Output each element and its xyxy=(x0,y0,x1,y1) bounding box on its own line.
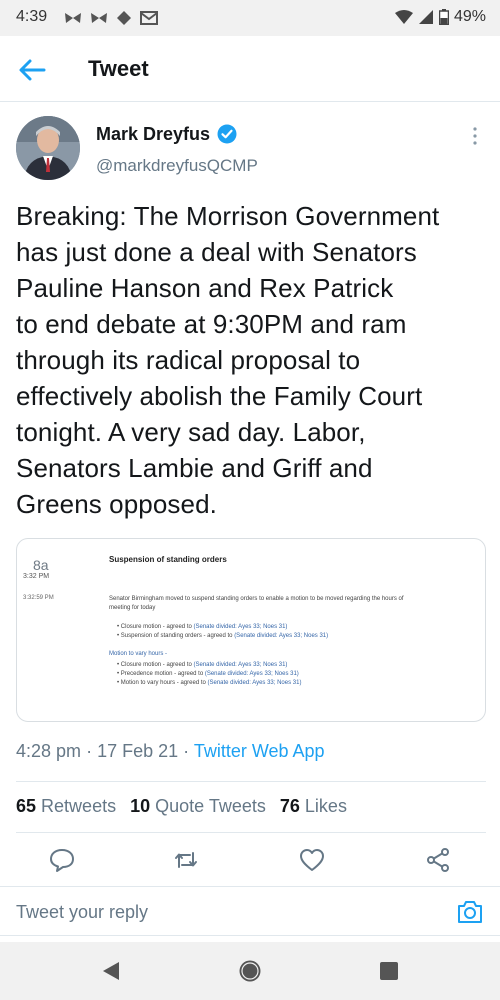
nav-back-icon[interactable] xyxy=(100,960,122,982)
system-nav-bar xyxy=(0,942,500,1000)
tweet-line: Greens opposed. xyxy=(16,489,217,519)
media-hour-number: 8a xyxy=(33,557,49,573)
media-heading: Suspension of standing orders xyxy=(109,555,227,564)
verified-badge-icon xyxy=(217,124,237,144)
retweet-icon[interactable] xyxy=(172,846,200,874)
notification-icons xyxy=(64,9,158,27)
app-bar: Tweet xyxy=(0,36,500,102)
share-icon[interactable] xyxy=(424,846,452,874)
tweet-media-image[interactable]: 8a 3:32 PM 3:32:59 PM Suspension of stan… xyxy=(16,538,486,722)
tweet-text: Breaking: The Morrison Government has ju… xyxy=(16,198,490,522)
tweet-line: through its radical proposal to xyxy=(16,345,361,375)
tweet-stats: 65 Retweets 10 Quote Tweets 76 Likes xyxy=(16,796,347,817)
diamond-icon xyxy=(117,11,131,25)
quote-tweets-stat[interactable]: 10 Quote Tweets xyxy=(130,796,266,817)
avatar[interactable] xyxy=(16,116,80,180)
status-bar: 4:39 49% xyxy=(0,0,500,36)
media-list-item: • Closure motion - agreed to (Senate div… xyxy=(117,624,288,630)
butterfly-icon xyxy=(91,13,107,23)
divider xyxy=(16,781,486,782)
nav-home-icon[interactable] xyxy=(238,959,262,983)
mail-icon xyxy=(140,11,158,25)
media-hour-time: 3:32 PM xyxy=(23,573,50,580)
status-right: 49% xyxy=(394,8,486,26)
tweet-actions xyxy=(0,846,500,878)
media-subheading: Motion to vary hours - xyxy=(109,651,168,657)
media-row-time: 3:32:59 PM xyxy=(23,595,54,601)
reply-input[interactable]: Tweet your reply xyxy=(16,902,148,923)
tweet-date: 17 Feb 21 xyxy=(97,741,179,761)
more-options-icon[interactable] xyxy=(468,126,482,146)
page-title: Tweet xyxy=(88,56,149,81)
media-paragraph: Senator Birmingham moved to suspend stan… xyxy=(109,596,404,611)
media-list: • Closure motion - agreed to (Senate div… xyxy=(117,623,328,641)
tweet-timestamp: 4:28 pm · 17 Feb 21 · Twitter Web App xyxy=(16,741,325,762)
media-list-item: • Closure motion - agreed to (Senate div… xyxy=(117,662,288,668)
media-list-item: • Suspension of standing orders - agreed… xyxy=(117,633,329,639)
tweet-source-link[interactable]: Twitter Web App xyxy=(194,741,325,761)
avatar-image xyxy=(16,116,80,180)
camera-icon[interactable] xyxy=(456,899,484,925)
tweet-line: has just done a deal with Senators xyxy=(16,237,417,267)
tweet-line: Pauline Hanson and Rex Patrick xyxy=(16,273,394,303)
tweet-line: to end debate at 9:30PM and ram xyxy=(16,309,407,339)
wifi-icon xyxy=(394,10,413,24)
battery-icon xyxy=(438,9,449,25)
divider xyxy=(16,832,486,833)
tweet-line: Breaking: The Morrison Government xyxy=(16,201,440,231)
reply-icon[interactable] xyxy=(48,846,76,874)
reply-bar[interactable]: Tweet your reply xyxy=(0,886,500,936)
status-time: 4:39 xyxy=(16,8,48,25)
tweet-time: 4:28 pm xyxy=(16,741,82,761)
retweets-stat[interactable]: 65 Retweets xyxy=(16,796,116,817)
like-icon[interactable] xyxy=(298,846,326,874)
separator: · xyxy=(86,741,98,761)
tweet-line: effectively abolish the Family Court xyxy=(16,381,423,411)
separator: · xyxy=(183,741,194,761)
author-handle[interactable]: @markdreyfusQCMP xyxy=(96,156,258,176)
arrow-left-icon[interactable] xyxy=(16,56,48,84)
butterfly-icon xyxy=(65,13,81,23)
signal-icon xyxy=(418,10,433,24)
likes-stat[interactable]: 76 Likes xyxy=(280,796,347,817)
tweet-line: Senators Lambie and Griff and xyxy=(16,453,373,483)
media-list: • Closure motion - agreed to (Senate div… xyxy=(117,661,301,688)
nav-recents-icon[interactable] xyxy=(379,961,399,981)
author-name[interactable]: Mark Dreyfus xyxy=(96,124,210,145)
battery-percent: 49% xyxy=(453,8,486,25)
media-list-item: • Precedence motion - agreed to (Senate … xyxy=(117,671,299,677)
media-list-item: • Motion to vary hours - agreed to (Sena… xyxy=(117,680,302,686)
tweet-line: tonight. A very sad day. Labor, xyxy=(16,417,366,447)
